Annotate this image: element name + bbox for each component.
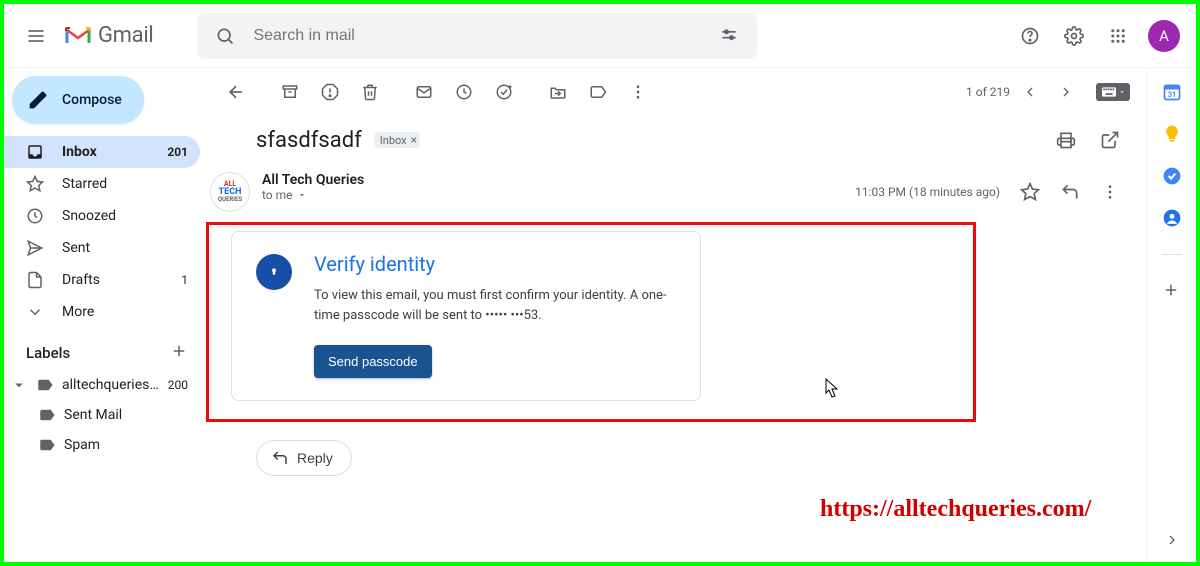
message-timestamp: 11:03 PM (18 minutes ago) — [855, 185, 1000, 199]
account-avatar[interactable]: A — [1148, 20, 1180, 52]
keep-app-icon[interactable] — [1162, 124, 1182, 144]
older-icon[interactable] — [1050, 76, 1082, 108]
inbox-label: Inbox — [62, 144, 149, 160]
sidebar-item-sent[interactable]: Sent — [4, 232, 200, 264]
add-label-icon[interactable] — [170, 342, 188, 364]
search-input[interactable] — [245, 27, 709, 45]
tasks-app-icon[interactable] — [1162, 166, 1182, 186]
labels-heading: Labels — [26, 344, 70, 362]
cursor-pointer-overlay — [820, 377, 840, 405]
send-passcode-button[interactable]: Send passcode — [314, 345, 432, 378]
delete-icon[interactable] — [350, 72, 390, 112]
chip-close-icon[interactable]: × — [411, 133, 417, 147]
label-icon — [38, 436, 56, 454]
print-icon[interactable] — [1046, 120, 1086, 160]
sidebar-item-snoozed[interactable]: Snoozed — [4, 200, 200, 232]
starred-label: Starred — [62, 176, 188, 192]
newer-icon[interactable] — [1014, 76, 1046, 108]
sidebar-item-drafts[interactable]: Drafts 1 — [4, 264, 200, 296]
apps-icon[interactable] — [1098, 16, 1138, 56]
more-label: More — [62, 304, 188, 320]
sender-name: All Tech Queries — [262, 172, 843, 188]
sidebar: Compose Inbox 201 Starred Snoozed Sent — [4, 68, 200, 562]
search-bar[interactable] — [197, 13, 757, 59]
main-menu-button[interactable] — [12, 12, 60, 60]
collapse-side-panel-icon[interactable] — [1158, 526, 1186, 554]
inbox-count: 201 — [167, 145, 188, 159]
recipient-dropdown-icon[interactable] — [297, 190, 307, 200]
gmail-logo[interactable]: Gmail — [60, 23, 153, 48]
caret-down-icon — [10, 376, 28, 394]
recipient-line[interactable]: to me — [262, 188, 843, 202]
sidebar-item-more[interactable]: More — [4, 296, 200, 328]
input-tools-button[interactable] — [1096, 83, 1130, 101]
snoozed-label: Snoozed — [62, 208, 188, 224]
mark-unread-icon[interactable] — [404, 72, 444, 112]
search-options-icon[interactable] — [709, 26, 749, 46]
calendar-app-icon[interactable]: 31 — [1162, 82, 1182, 102]
verify-body: To view this email, you must first confi… — [314, 286, 676, 325]
app-name: Gmail — [98, 23, 153, 48]
verify-identity-card: Verify identity To view this email, you … — [231, 231, 701, 401]
sidebar-item-starred[interactable]: Starred — [4, 168, 200, 200]
reply-header-icon[interactable] — [1050, 172, 1090, 212]
svg-text:31: 31 — [1167, 90, 1176, 99]
watermark-text: https://alltechqueries.com/ — [820, 496, 1091, 523]
side-panel: 31 — [1146, 68, 1196, 562]
labels-icon[interactable] — [578, 72, 618, 112]
more-actions-icon[interactable] — [618, 72, 658, 112]
label-count: 200 — [168, 378, 188, 392]
star-icon[interactable] — [1010, 172, 1050, 212]
pager-text: 1 of 219 — [966, 85, 1010, 99]
snooze-icon[interactable] — [444, 72, 484, 112]
drafts-count: 1 — [181, 273, 188, 287]
contacts-app-icon[interactable] — [1162, 208, 1182, 228]
sent-label: Sent — [62, 240, 188, 256]
move-to-icon[interactable] — [538, 72, 578, 112]
shield-lock-icon — [256, 254, 292, 290]
label-icon — [36, 376, 54, 394]
label-chip-inbox[interactable]: Inbox × — [374, 132, 420, 148]
reply-button[interactable]: Reply — [256, 440, 352, 476]
settings-icon[interactable] — [1054, 16, 1094, 56]
verify-title: Verify identity — [314, 252, 676, 276]
label-icon — [38, 406, 56, 424]
search-icon[interactable] — [205, 26, 245, 46]
archive-icon[interactable] — [270, 72, 310, 112]
sender-avatar: ALLTECHQUERIES — [210, 172, 250, 212]
label-text: alltechqueries@... — [62, 377, 160, 393]
report-spam-icon[interactable] — [310, 72, 350, 112]
annotation-highlight-box: Verify identity To view this email, you … — [206, 222, 976, 422]
compose-label: Compose — [62, 92, 122, 108]
email-subject: sfasdfsadf — [256, 128, 362, 153]
main-panel: 1 of 219 sfasdfsadf Inbox × — [200, 68, 1146, 562]
drafts-label: Drafts — [62, 272, 163, 288]
add-task-icon[interactable] — [484, 72, 524, 112]
back-button[interactable] — [216, 72, 256, 112]
label-text: Spam — [64, 437, 188, 453]
support-icon[interactable] — [1010, 16, 1050, 56]
label-item-alltechqueries[interactable]: alltechqueries@... 200 — [4, 370, 200, 400]
compose-button[interactable]: Compose — [12, 76, 144, 124]
sidebar-item-inbox[interactable]: Inbox 201 — [4, 136, 200, 168]
label-item-sentmail[interactable]: Sent Mail — [4, 400, 200, 430]
label-item-spam[interactable]: Spam — [4, 430, 200, 460]
get-addons-icon[interactable] — [1162, 281, 1182, 301]
message-more-icon[interactable] — [1090, 172, 1130, 212]
label-text: Sent Mail — [64, 407, 188, 423]
open-new-window-icon[interactable] — [1090, 120, 1130, 160]
